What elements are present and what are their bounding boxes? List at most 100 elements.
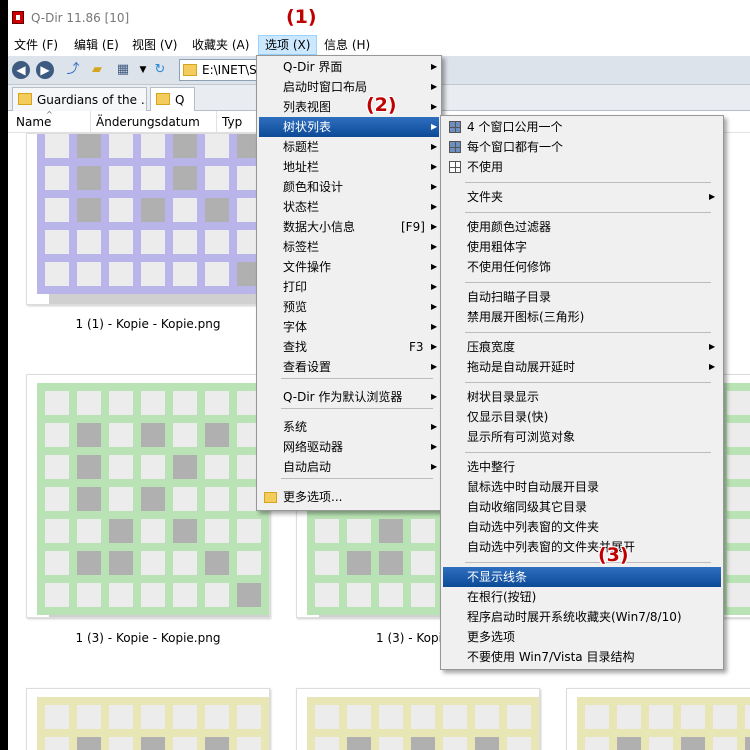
back-arrow-icon[interactable]: ◀ — [12, 61, 30, 79]
menu-file[interactable]: 文件 (F) — [8, 35, 64, 55]
menu-options[interactable]: 选项 (X) — [258, 35, 318, 55]
tree-submenu-item[interactable]: 压痕宽度 ▶ — [443, 337, 721, 357]
options-menu-item[interactable]: 字体 ▶ — [259, 317, 439, 337]
tree-submenu-item[interactable]: 仅显示目录(快) — [443, 407, 721, 427]
grid-cell — [379, 583, 403, 607]
thumbnail-image — [37, 134, 269, 294]
menu-favorites[interactable]: 收藏夹 (A) — [186, 35, 255, 55]
menu-info[interactable]: 信息 (H) — [318, 35, 376, 55]
tree-submenu-item[interactable]: 选中整行 — [443, 457, 721, 477]
thumbnail-5[interactable] — [296, 688, 540, 750]
options-menu-item[interactable]: 网络驱动器 ▶ — [259, 437, 439, 457]
grid-cell — [205, 423, 229, 447]
column-divider[interactable] — [216, 111, 217, 133]
grid-cell — [745, 737, 750, 750]
options-menu-item[interactable]: 颜色和设计 ▶ — [259, 177, 439, 197]
grid-cell — [109, 737, 133, 750]
tree-submenu-item[interactable]: 禁用展开图标(三角形) — [443, 307, 721, 327]
grid-cell — [727, 583, 750, 607]
options-menu-item[interactable]: 标签栏 ▶ — [259, 237, 439, 257]
tree-submenu-item[interactable]: 自动选中列表窗的文件夹 — [443, 517, 721, 537]
tree-submenu-item[interactable]: 树状目录显示 — [443, 387, 721, 407]
column-type[interactable]: Typ — [222, 115, 242, 129]
options-menu-item[interactable]: 自动启动 ▶ — [259, 457, 439, 477]
grid-cell — [475, 737, 499, 750]
menu-item-label: 颜色和设计 — [283, 180, 344, 194]
options-menu-item[interactable]: 查看设置 ▶ — [259, 357, 439, 377]
grid-cell — [379, 705, 403, 729]
grid-cell — [141, 391, 165, 415]
options-menu-item[interactable]: Q-Dir 作为默认浏览器 ▶ — [259, 387, 439, 407]
grid-cell — [77, 423, 101, 447]
grid-cell — [173, 455, 197, 479]
grid-cell — [141, 705, 165, 729]
grid-cell — [205, 705, 229, 729]
options-menu-item[interactable]: 打印 ▶ — [259, 277, 439, 297]
options-menu-item[interactable]: 树状列表 ▶ — [259, 117, 439, 137]
grid-cell — [109, 198, 133, 222]
thumbnail-1[interactable] — [26, 133, 270, 305]
tree-submenu-item[interactable]: 鼠标选中时自动展开目录 — [443, 477, 721, 497]
tree-submenu-item[interactable]: 不使用任何修饰 — [443, 257, 721, 277]
options-menu-item[interactable]: 文件操作 ▶ — [259, 257, 439, 277]
tree-submenu-item[interactable]: 使用粗体字 — [443, 237, 721, 257]
tree-submenu-item[interactable]: 文件夹 ▶ — [443, 187, 721, 207]
options-menu-item[interactable]: Q-Dir 界面 ▶ — [259, 57, 439, 77]
grid-cell — [173, 519, 197, 543]
title-bar: Q-Dir 11.86 [10] — [8, 0, 750, 35]
tab-q[interactable]: Q — [150, 87, 195, 111]
menu-edit[interactable]: 编辑 (E) — [68, 35, 125, 55]
options-menu-item[interactable]: 系统 ▶ — [259, 417, 439, 437]
tree-submenu-item[interactable]: 自动扫瞄子目录 — [443, 287, 721, 307]
tree-submenu-item[interactable]: 自动选中列表窗的文件夹并展开 — [443, 537, 721, 557]
grid-cell — [109, 455, 133, 479]
tree-submenu-item[interactable]: 不要使用 Win7/Vista 目录结构 — [443, 647, 721, 667]
tree-submenu-item[interactable]: 每个窗口都有一个 — [443, 137, 721, 157]
menu-separator — [465, 562, 711, 563]
tree-submenu-item[interactable]: 在根行(按钮) — [443, 587, 721, 607]
grid-cell — [411, 705, 435, 729]
tree-submenu-item[interactable]: 拖动是自动展开延时 ▶ — [443, 357, 721, 377]
options-menu-item[interactable]: 启动时窗口布局 ▶ — [259, 77, 439, 97]
view-mode-icon[interactable]: ▦ — [114, 61, 132, 79]
options-menu-item[interactable]: 状态栏 ▶ — [259, 197, 439, 217]
tree-submenu-item[interactable]: 显示所有可浏览对象 — [443, 427, 721, 447]
refresh-icon[interactable]: ↻ — [151, 61, 169, 79]
tree-submenu-item[interactable]: 更多选项 — [443, 627, 721, 647]
options-menu-item[interactable]: 地址栏 ▶ — [259, 157, 439, 177]
thumbnail-6[interactable] — [566, 688, 750, 750]
column-name[interactable]: Name — [16, 115, 51, 129]
grid-cell — [45, 487, 69, 511]
tree-submenu-item[interactable]: 4 个窗口公用一个 — [443, 117, 721, 137]
submenu-arrow-icon: ▶ — [709, 192, 716, 201]
grid-cell — [77, 705, 101, 729]
column-divider[interactable] — [90, 111, 91, 133]
thumbnail-2[interactable] — [26, 374, 270, 618]
grid-cell — [727, 391, 750, 415]
menu-separator — [281, 478, 433, 479]
tree-submenu-item[interactable]: 自动收缩同级其它目录 — [443, 497, 721, 517]
tree-submenu-item[interactable]: 程序启动时展开系统收藏夹(Win7/8/10) — [443, 607, 721, 627]
tab-guardians[interactable]: Guardians of the ... — [12, 87, 147, 111]
grid-cell — [45, 519, 69, 543]
options-menu-item[interactable]: 标题栏 ▶ — [259, 137, 439, 157]
tree-submenu-item[interactable]: 不使用 — [443, 157, 721, 177]
tree-submenu-item[interactable]: 不显示线条 — [443, 567, 721, 587]
options-menu-item[interactable]: 列表视图 ▶ — [259, 97, 439, 117]
grid-cell — [315, 705, 339, 729]
view-dropdown-icon[interactable]: ▼ — [134, 61, 152, 79]
options-menu-item[interactable]: 查找 F3 ▶ — [259, 337, 439, 357]
column-date[interactable]: Änderungsdatum — [96, 115, 200, 129]
forward-arrow-icon[interactable]: ▶ — [36, 61, 54, 79]
grid-cell — [173, 391, 197, 415]
options-menu-item[interactable]: 数据大小信息 [F9] ▶ — [259, 217, 439, 237]
options-menu-item[interactable]: 预览 ▶ — [259, 297, 439, 317]
menu-view[interactable]: 视图 (V) — [126, 35, 183, 55]
options-menu-item[interactable]: 更多选项... — [259, 487, 439, 507]
grid-cell — [727, 519, 750, 543]
up-folder-icon[interactable]: ⤴ — [64, 61, 82, 79]
tree-submenu-item[interactable]: 使用颜色过滤器 — [443, 217, 721, 237]
thumbnail-4[interactable] — [26, 688, 270, 750]
grid-cell — [617, 705, 641, 729]
new-folder-icon[interactable]: ▰ — [88, 61, 106, 79]
